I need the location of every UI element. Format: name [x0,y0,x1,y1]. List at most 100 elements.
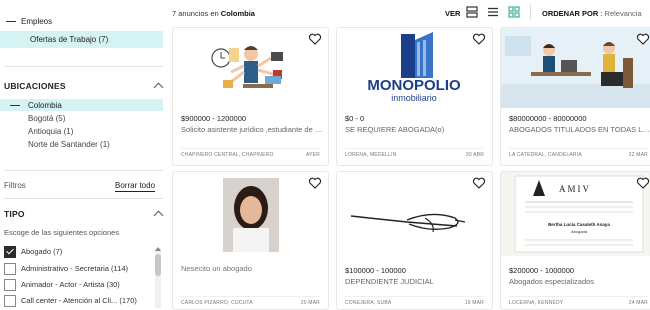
listing-price: $200000 - 1000000 [509,266,575,275]
tipo-hint: Escoge de las siguientes opciones [4,228,120,237]
business-card-image: AMIV Bertha Lucía Casaleth Anaya Abogada [501,172,650,256]
divider [4,198,163,199]
location-norte-santander[interactable]: Norte de Santander (1) [28,140,110,149]
collapse-tipo-icon[interactable] [153,210,164,221]
scroll-up-arrow-icon[interactable] [155,247,161,251]
tipo-heading: TIPO [4,209,25,219]
divider [4,66,163,67]
listing-card[interactable]: $100000 - 100000 DEPENDIENTE JUDICIAL CO… [336,171,493,310]
logo-sub-text: inmobiliario [391,93,437,103]
filtros-label: Filtros [4,181,26,190]
listing-title[interactable]: DEPENDIENTE JUDICIAL [345,277,487,286]
clear-all-link[interactable]: Borrar todo [115,181,156,192]
favorite-heart-icon[interactable] [472,176,486,190]
tree-dash [6,21,16,23]
filters-sidebar: Empleos Ofertas de Trabajo (7) UBICACION… [0,0,168,308]
sort-dropdown[interactable]: ORDENAR POR : Relevancia [542,9,642,18]
favorite-heart-icon[interactable] [308,32,322,46]
category-ofertas-selected[interactable]: Ofertas de Trabajo (7) [0,31,163,48]
listing-price: $900000 - 1200000 [181,114,247,123]
listing-card[interactable]: $80000000 - 80000000 ABOGADOS TITULADOS … [500,27,650,166]
listing-price: $100000 - 100000 [345,266,406,275]
checkbox-animador[interactable]: Animador - Actor - Artista (30) [4,279,120,291]
listing-title[interactable]: ABOGADOS TITULADOS EN TODAS LAS A... [509,125,650,134]
portrait-photo [173,172,328,256]
favorite-heart-icon[interactable] [636,176,650,190]
pen-sketch-image [337,172,492,256]
listing-location: LA CATEDRAL, CANDELARIA [509,152,582,158]
card-person-text: Bertha Lucía Casaleth Anaya [548,222,610,227]
listing-title[interactable]: SE REQUIERE ABOGADA(o) [345,125,487,134]
listing-date: 22 MAR [628,152,648,158]
listing-title[interactable]: Nesecito un abogado [181,264,252,273]
view-label: VER [445,9,461,18]
listing-date: 20 MAR [300,300,320,306]
location-colombia-selected[interactable]: Colombia [0,99,163,111]
checkbox-unchecked-icon[interactable] [4,295,16,307]
listing-footer: LORENA, MEDELLIN 30 ABR [345,148,484,162]
listing-image[interactable]: MONOPOLIO inmobiliario [337,28,492,108]
listing-title[interactable]: Solicito asistente jurídico ,estudiante … [181,125,323,134]
location-bogota[interactable]: Bogotá (5) [28,114,65,123]
divider [4,170,163,171]
listing-image[interactable] [173,28,328,108]
favorite-heart-icon[interactable] [308,176,322,190]
listing-image[interactable] [173,172,328,256]
category-ofertas-label: Ofertas de Trabajo (7) [30,35,109,44]
multitasking-worker-illustration [173,28,328,108]
location-colombia-label: Colombia [28,101,62,110]
listing-card[interactable]: MONOPOLIO inmobiliario $0 - 0 SE REQUIER… [336,27,493,166]
listing-image[interactable] [337,172,492,256]
ubicaciones-heading: UBICACIONES [4,81,66,91]
checkbox-label: Call center - Atención al Cli... (170) [21,295,137,305]
checkbox-label: Administrativo - Secretaria (114) [21,263,128,273]
collapse-ubicaciones-icon[interactable] [153,82,164,93]
monopolio-logo-image: MONOPOLIO inmobiliario [337,28,492,108]
listing-date: 24 MAR [628,300,648,306]
category-empleos[interactable]: Empleos [6,17,52,26]
listing-title[interactable]: Abogados especializados [509,277,650,286]
view-large-list-icon[interactable] [466,6,478,18]
logo-main-text: MONOPOLIO [367,77,461,94]
favorite-heart-icon[interactable] [636,32,650,46]
listing-card[interactable]: $900000 - 1200000 Solicito asistente jur… [172,27,329,166]
view-grid-icon[interactable] [508,6,520,18]
sort-label: ORDENAR POR [542,9,599,18]
checkbox-label: Abogado (7) [21,246,63,256]
listing-location: CARLOS PIZARRO, CÚCUTA [181,300,253,306]
favorite-heart-icon[interactable] [472,32,486,46]
results-count-prefix: 7 anuncios en [172,9,219,18]
toolbar-separator [530,4,531,20]
results-count-place: Colombia [220,9,255,18]
checkbox-call-center[interactable]: Call center - Atención al Cli... (170) [4,295,137,307]
checkbox-checked-icon[interactable] [4,246,16,258]
listing-image[interactable] [501,28,650,108]
card-brand-text: AMIV [559,184,591,194]
listing-date: 30 ABR [465,152,484,158]
view-list-icon[interactable] [487,6,499,18]
checkbox-administrativo[interactable]: Administrativo - Secretaria (114) [4,263,128,275]
category-empleos-label: Empleos [21,17,53,26]
listing-location: CHAPINERO CENTRAL, CHAPINERO [181,152,274,158]
card-role-text: Abogada [571,229,588,234]
checkbox-unchecked-icon[interactable] [4,279,16,291]
tree-dash [10,105,20,106]
listing-footer: LA CATEDRAL, CANDELARIA 22 MAR [509,148,648,162]
checkbox-label: Animador - Actor - Artista (30) [21,279,120,289]
listing-date: 19 MAR [464,300,484,306]
checkbox-unchecked-icon[interactable] [4,263,16,275]
listing-price: $80000000 - 80000000 [509,114,587,123]
listing-image[interactable]: AMIV Bertha Lucía Casaleth Anaya Abogada [501,172,650,256]
options-scrollbar-thumb[interactable] [155,254,161,276]
location-antioquia[interactable]: Antioquia (1) [28,127,73,136]
office-meeting-illustration [501,28,650,108]
results-count: 7 anuncios en Colombia [172,9,255,18]
listing-location: LORENA, MEDELLIN [345,152,397,158]
checkbox-abogado[interactable]: Abogado (7) [4,246,62,258]
listing-card[interactable]: Nesecito un abogado CARLOS PIZARRO, CÚCU… [172,171,329,310]
sort-value: Relevancia [604,9,642,18]
listing-price: $0 - 0 [345,114,365,123]
listing-card[interactable]: AMIV Bertha Lucía Casaleth Anaya Abogada… [500,171,650,310]
listing-footer: CHAPINERO CENTRAL, CHAPINERO AYER [181,148,320,162]
listing-location: LOCERNA, KENNEDY [509,300,564,306]
